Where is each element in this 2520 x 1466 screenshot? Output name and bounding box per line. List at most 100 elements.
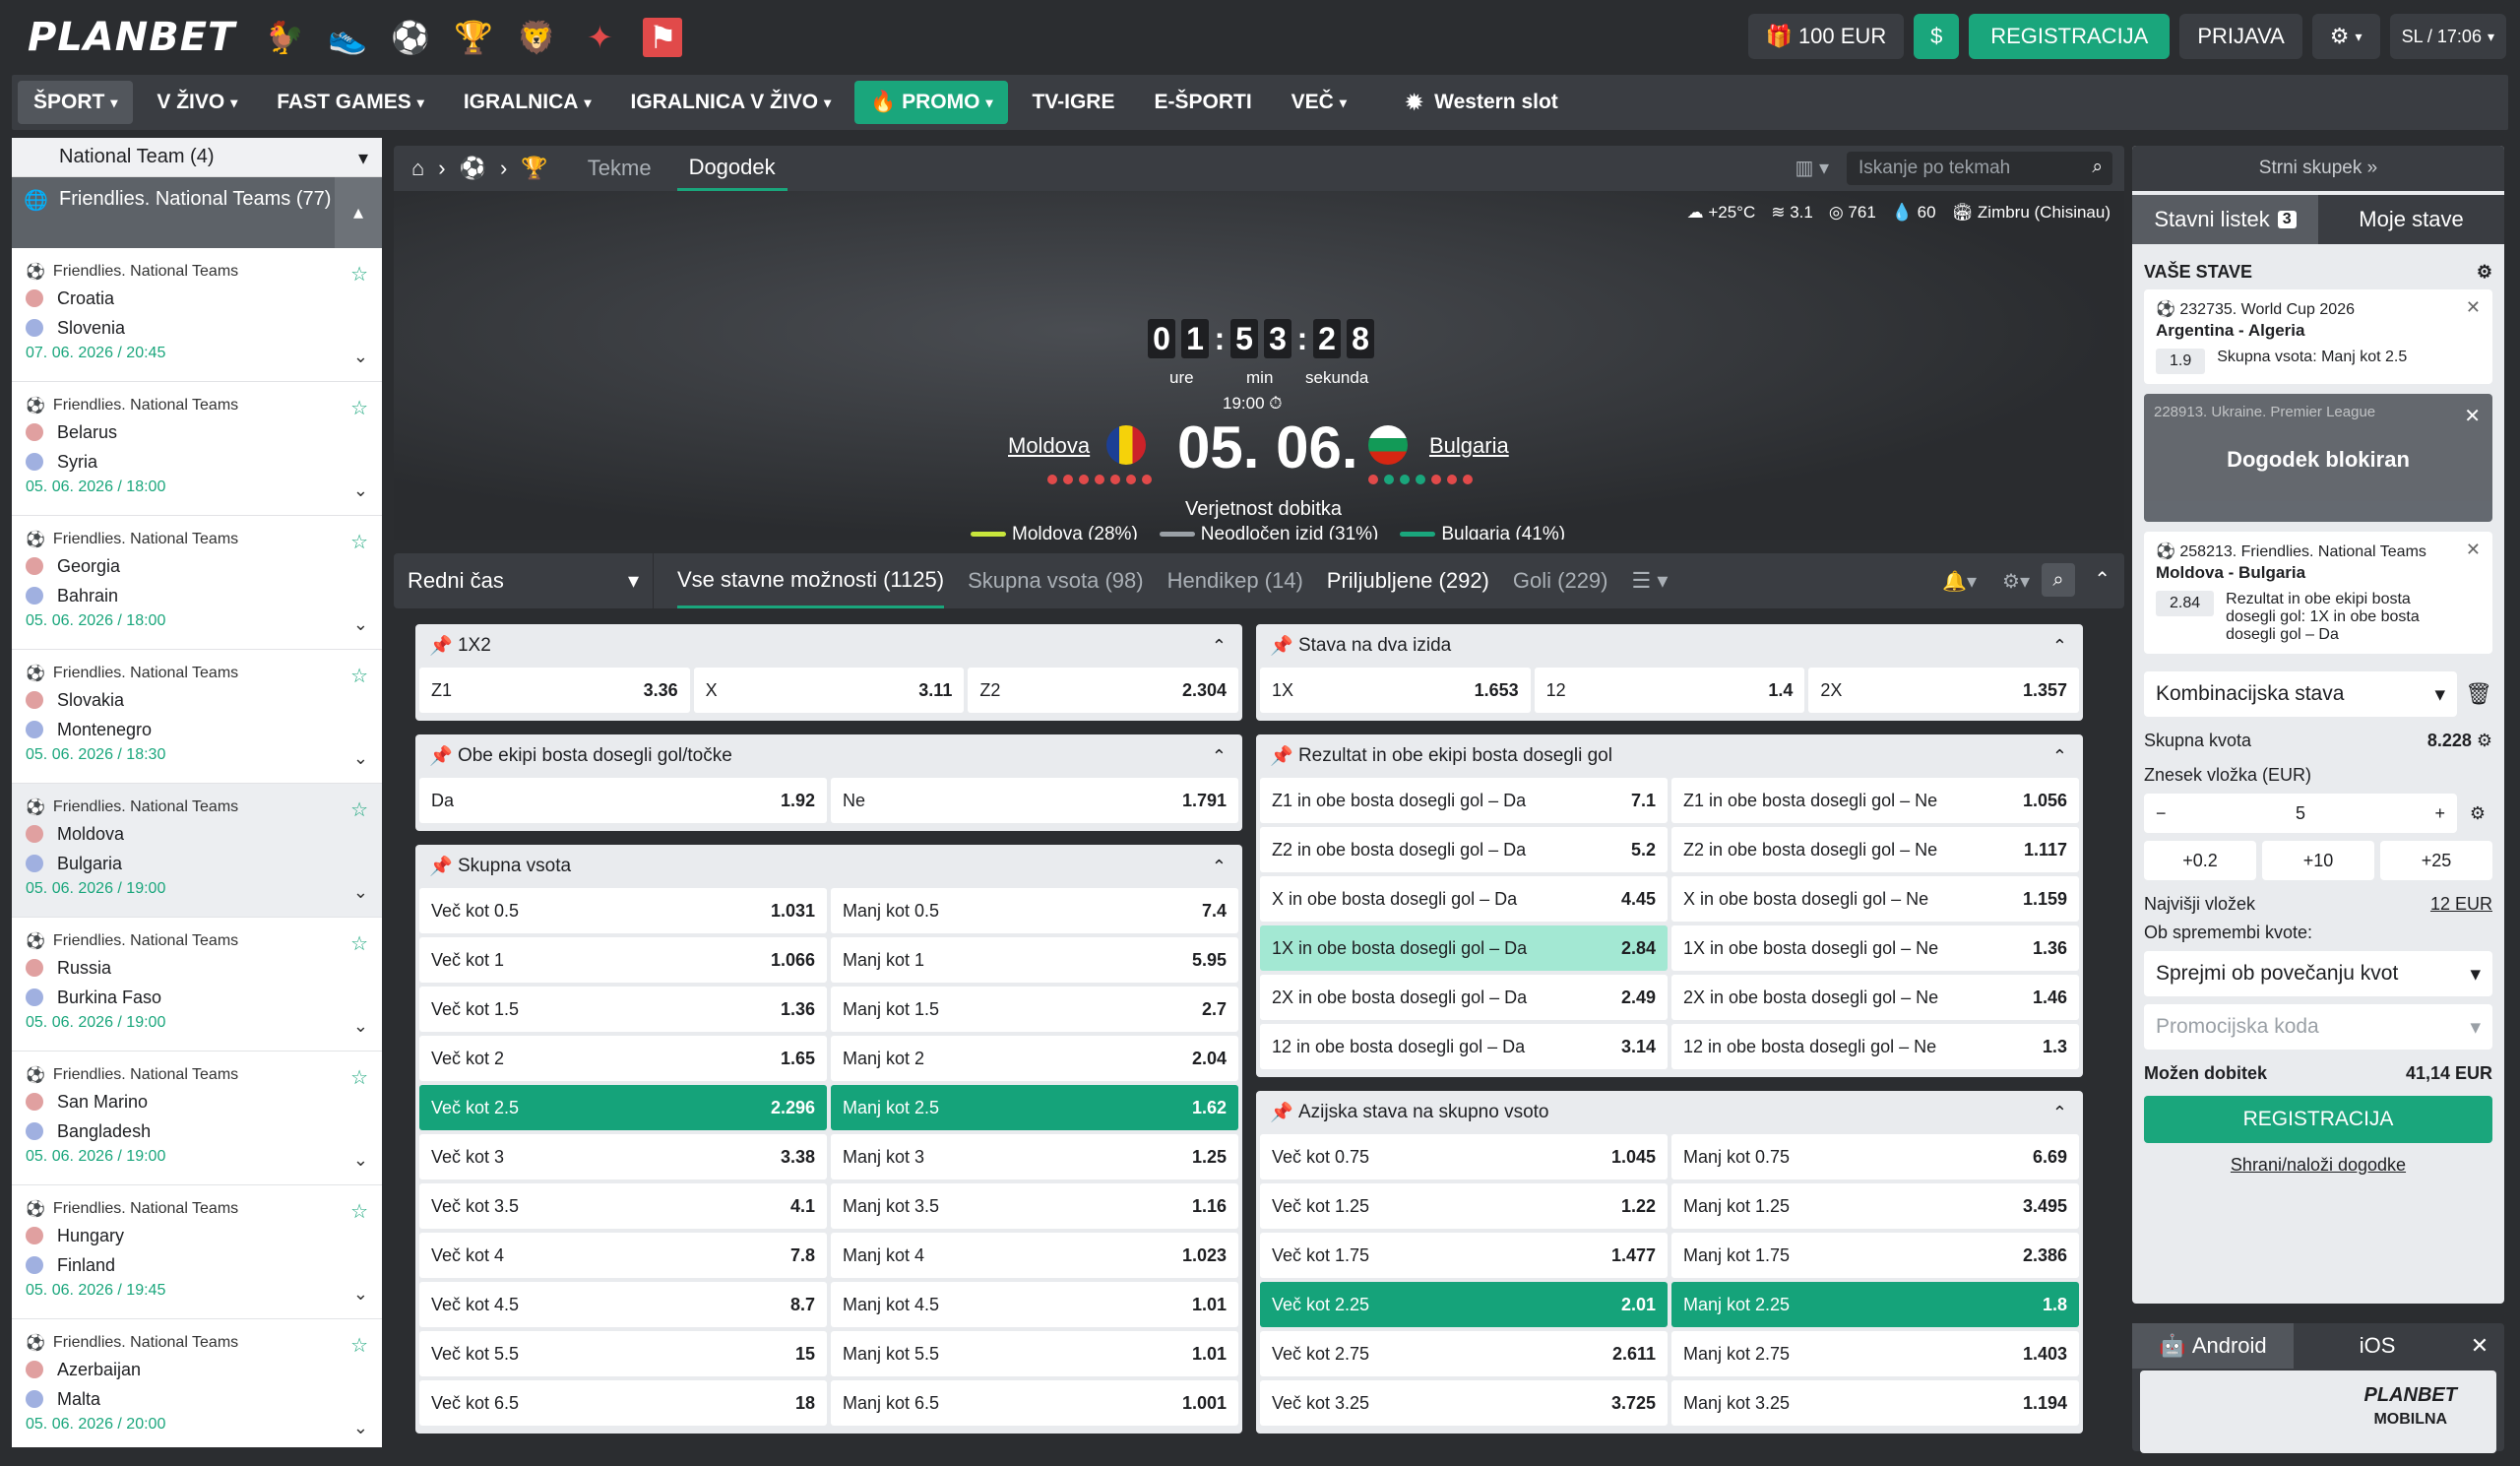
odds-change-select[interactable]: Sprejmi ob povečanju kvot ▾ [2144,951,2492,996]
market-header[interactable]: 📌 Skupna vsota ⌃ [415,845,1242,888]
away-team-link[interactable]: Bulgaria [1429,433,1509,459]
laliga-icon[interactable]: ✦ [580,18,619,57]
odd-button[interactable]: Manj kot 0.75 6.69 [1671,1134,2079,1179]
odd-button[interactable]: Z2 2.304 [968,668,1239,713]
odd-button[interactable]: Več kot 2.5 2.296 [419,1085,827,1130]
tab-total[interactable]: Skupna vsota (98) [968,553,1144,608]
tab-event[interactable]: Dogodek [676,146,788,191]
quick-stake-button[interactable]: +0.2 [2144,841,2256,880]
locale-time-button[interactable]: SL / 17:06 ▾ [2389,14,2506,59]
gear-icon[interactable]: ⚙ [2463,794,2492,833]
sidebar-match[interactable]: ⚽ Friendlies. National Teams Croatia Slov… [12,248,382,382]
rooster-icon[interactable]: 🐓 [265,18,304,57]
star-icon[interactable]: ☆ [350,530,368,554]
gear-icon[interactable]: ⚙▾ [2002,569,2030,594]
tab-android[interactable]: 🤖 Android [2132,1323,2294,1369]
settings-button[interactable]: ⚙ ▾ [2311,14,2380,59]
sidebar-match[interactable]: ⚽ Friendlies. National Teams Georgia Bahr… [12,516,382,650]
register-button[interactable]: REGISTRACIJA [1969,14,2171,59]
odd-button[interactable]: 12 in obe bosta dosegli gol – Da 3.14 [1260,1024,1668,1069]
odd-button[interactable]: Manj kot 5.5 1.01 [831,1331,1238,1376]
odd-button[interactable]: Manj kot 3.5 1.16 [831,1183,1238,1229]
odd-button[interactable]: Manj kot 1.25 3.495 [1671,1183,2079,1229]
odd-button[interactable]: 1X 1.653 [1260,668,1531,713]
nav-live-casino[interactable]: IGRALNICA V ŽIVO ▾ [615,81,848,124]
odd-button[interactable]: Manj kot 2.75 1.403 [1671,1331,2079,1376]
chevron-down-icon[interactable]: ⌄ [353,882,368,903]
odd-button[interactable]: X in obe bosta dosegli gol – Da 4.45 [1260,876,1668,922]
star-icon[interactable]: ☆ [350,1333,368,1358]
odd-button[interactable]: Manj kot 2.5 1.62 [831,1085,1238,1130]
tab-ios[interactable]: iOS [2294,1323,2455,1369]
chevron-down-icon[interactable]: ⌄ [353,748,368,769]
odd-button[interactable]: Manj kot 3 1.25 [831,1134,1238,1179]
nav-promo[interactable]: 🔥 PROMO ▾ [854,81,1009,124]
quick-stake-button[interactable]: +25 [2380,841,2492,880]
chevron-down-icon[interactable]: ⌄ [353,1418,368,1438]
odd-button[interactable]: Manj kot 0.5 7.4 [831,888,1238,933]
tab-favourites[interactable]: Priljubljene (292) [1327,553,1489,608]
logo[interactable]: PLANBET [28,15,235,60]
tab-matches[interactable]: Tekme [576,146,663,191]
period-select[interactable]: Redni čas ▾ [394,553,654,608]
sidebar-match[interactable]: ⚽ Friendlies. National Teams Azerbaijan M… [12,1319,382,1447]
nav-casino[interactable]: IGRALNICA ▾ [448,81,607,124]
stake-input[interactable]: −5 + [2144,794,2457,833]
odd-button[interactable]: Manj kot 2.25 1.8 [1671,1282,2079,1327]
odd-button[interactable]: Ne 1.791 [831,778,1238,823]
balance-button[interactable]: 🎁 100 EUR [1747,14,1905,59]
app-banner[interactable]: PLANBET MOBILNA [2140,1370,2496,1453]
settings-icon[interactable]: ⚙ [2477,262,2492,283]
odd-button[interactable]: Več kot 1.75 1.477 [1260,1233,1668,1278]
sidebar-national-team[interactable]: National Team (4) ▾ [12,138,382,177]
odd-button[interactable]: Več kot 4.5 8.7 [419,1282,827,1327]
odd-button[interactable]: Manj kot 4.5 1.01 [831,1282,1238,1327]
promo-code-input[interactable]: Promocijska koda ▾ [2144,1004,2492,1050]
odd-button[interactable]: 2X in obe bosta dosegli gol – Ne 1.46 [1671,975,2079,1020]
search-markets-icon[interactable]: ⌕ [2042,563,2075,597]
odd-button[interactable]: Več kot 2.75 2.611 [1260,1331,1668,1376]
odd-button[interactable]: 2X 1.357 [1808,668,2080,713]
star-icon[interactable]: ☆ [350,1065,368,1090]
market-header[interactable]: 📌 Rezultat in obe ekipi bosta dosegli go… [1256,734,2083,778]
tab-betslip[interactable]: Stavni listek 3 [2132,195,2318,244]
odd-button[interactable]: Več kot 0.5 1.031 [419,888,827,933]
nav-live[interactable]: V ŽIVO ▾ [141,81,253,124]
odd-button[interactable]: Da 1.92 [419,778,827,823]
chevron-down-icon[interactable]: ⌄ [353,614,368,635]
odd-button[interactable]: Manj kot 1.75 2.386 [1671,1233,2079,1278]
home-icon[interactable]: ⌂ [411,156,424,181]
quick-stake-button[interactable]: +10 [2262,841,2374,880]
star-icon[interactable]: ☆ [350,797,368,822]
stats-icon[interactable]: ▥ ▾ [1796,156,1830,180]
star-icon[interactable]: ☆ [350,396,368,420]
nav-tv-games[interactable]: TV-IGRE [1016,81,1130,124]
odd-button[interactable]: Manj kot 1.5 2.7 [831,987,1238,1032]
odd-button[interactable]: Več kot 2.25 2.01 [1260,1282,1668,1327]
market-header[interactable]: 📌 1X2 ⌃ [415,624,1242,668]
bell-icon[interactable]: 🔔▾ [1942,569,1977,594]
odd-button[interactable]: Z1 in obe bosta dosegli gol – Ne 1.056 [1671,778,2079,823]
champions-league-icon[interactable]: ⚽ [391,18,430,57]
collapse-all-icon[interactable]: ⌃ [2094,567,2110,592]
odd-button[interactable]: Več kot 1 1.066 [419,937,827,983]
star-icon[interactable]: ☆ [350,262,368,287]
chevron-down-icon[interactable]: ⌄ [353,347,368,367]
odd-button[interactable]: Več kot 1.25 1.22 [1260,1183,1668,1229]
save-load-events-link[interactable]: Shrani/naloži dogodke [2144,1155,2492,1176]
close-icon[interactable]: ✕ [2466,297,2481,318]
collapse-slip-button[interactable]: Strni skupek » [2132,146,2504,191]
market-header[interactable]: 📌 Stava na dva izida ⌃ [1256,624,2083,668]
odd-button[interactable]: Več kot 3.5 4.1 [419,1183,827,1229]
chevron-down-icon[interactable]: ⌄ [353,1284,368,1305]
odd-button[interactable]: Manj kot 2 2.04 [831,1036,1238,1081]
shoe-icon[interactable]: 👟 [328,18,367,57]
sidebar-group-friendlies[interactable]: 🌐 Friendlies. National Teams (77) ▴ [12,177,382,248]
odd-button[interactable]: Več kot 6.5 18 [419,1380,827,1426]
tab-handicap[interactable]: Hendikep (14) [1167,553,1303,608]
tab-all-markets[interactable]: Vse stavne možnosti (1125) [677,553,945,608]
odd-button[interactable]: Z2 in obe bosta dosegli gol – Ne 1.117 [1671,827,2079,872]
odd-button[interactable]: Z1 3.36 [419,668,690,713]
sidebar-match[interactable]: ⚽ Friendlies. National Teams Hungary Finl… [12,1185,382,1319]
odd-button[interactable]: 12 in obe bosta dosegli gol – Ne 1.3 [1671,1024,2079,1069]
